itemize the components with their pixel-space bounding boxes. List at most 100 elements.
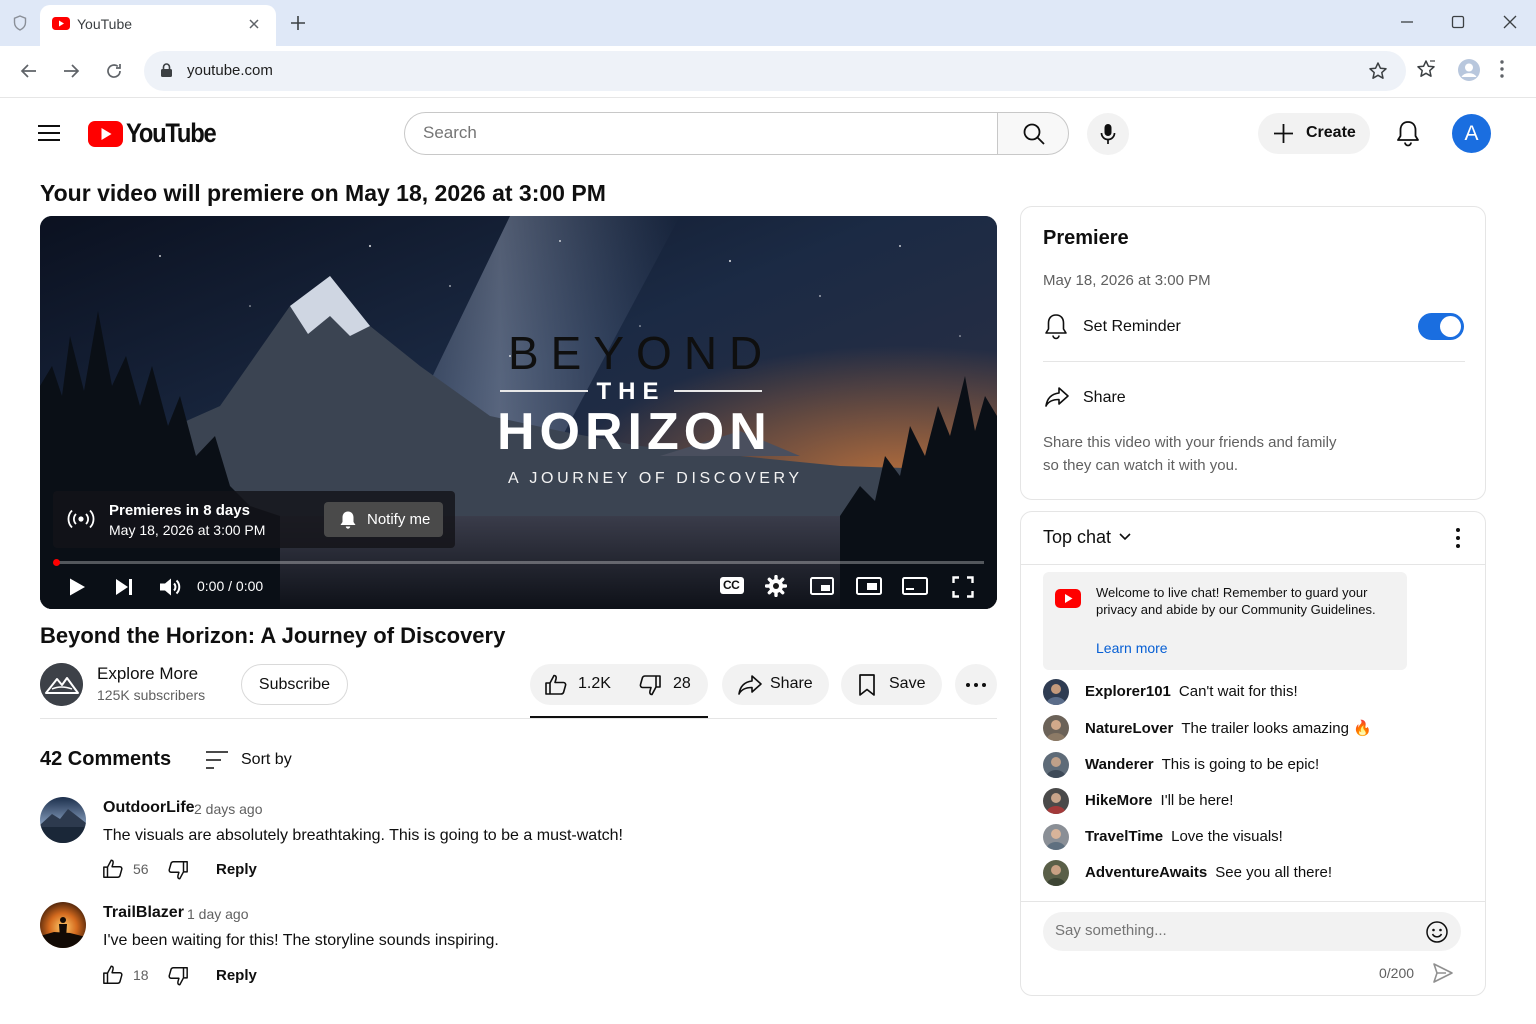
account-avatar[interactable]: A <box>1452 114 1491 153</box>
next-icon[interactable] <box>114 577 134 597</box>
comment-reply-button[interactable]: Reply <box>216 967 257 984</box>
more-actions-button[interactable] <box>955 664 997 705</box>
emoji-icon[interactable] <box>1425 920 1449 944</box>
thumbs-up-icon[interactable] <box>544 673 568 697</box>
browser-menu-icon[interactable] <box>1499 59 1505 79</box>
video-player[interactable]: BEYOND THE HORIZON A JOURNEY OF DISCOVER… <box>40 216 997 609</box>
chat-author[interactable]: Wanderer <box>1085 756 1154 773</box>
miniplayer-icon[interactable] <box>810 577 834 595</box>
premiere-info-card: Premiere May 18, 2026 at 3:00 PM Set Rem… <box>1020 206 1486 500</box>
chat-author[interactable]: AdventureAwaits <box>1085 864 1207 881</box>
create-label: Create <box>1306 124 1356 141</box>
chat-author[interactable]: Explorer101 <box>1085 683 1171 700</box>
share-button[interactable]: Share <box>722 664 829 705</box>
chat-author[interactable]: NatureLover <box>1085 720 1173 737</box>
chat-avatar[interactable] <box>1043 752 1069 778</box>
comment-thumbs-up-icon[interactable] <box>102 858 124 880</box>
comment-reply-button[interactable]: Reply <box>216 861 257 878</box>
comment-thumbs-up-icon[interactable] <box>102 964 124 986</box>
chat-message-line: AdventureAwaits See you all there! <box>1085 864 1332 881</box>
chat-text: See you all there! <box>1215 864 1333 881</box>
comment-like-count: 18 <box>133 967 149 983</box>
send-icon[interactable] <box>1432 962 1454 984</box>
chat-welcome-text: Welcome to live chat! Remember to guard … <box>1096 585 1376 617</box>
channel-subscribers: 125K subscribers <box>97 687 206 703</box>
comment-thumbs-down-icon[interactable] <box>167 965 189 987</box>
voice-search-button[interactable] <box>1087 113 1129 155</box>
chat-avatar[interactable] <box>1043 679 1069 705</box>
progress-scrubber[interactable] <box>53 559 60 566</box>
divider <box>1021 901 1485 902</box>
comment-avatar[interactable] <box>40 797 86 843</box>
comment-text: The visuals are absolutely breathtaking.… <box>103 827 623 844</box>
youtube-play-logo-icon <box>1055 589 1081 608</box>
fullscreen-icon[interactable] <box>952 576 974 598</box>
bell-icon <box>340 511 356 529</box>
window-maximize-icon[interactable] <box>1451 15 1465 29</box>
captions-button[interactable]: CC <box>720 577 744 594</box>
new-tab-plus-icon[interactable] <box>289 14 307 32</box>
bookmark-star-icon[interactable] <box>1368 61 1388 81</box>
notifications-bell-icon[interactable] <box>1395 120 1421 147</box>
comment-avatar[interactable] <box>40 902 86 948</box>
forward-arrow-icon[interactable] <box>61 61 81 81</box>
comment-author[interactable]: TrailBlazer <box>103 904 184 922</box>
back-arrow-icon[interactable] <box>19 61 39 81</box>
divider <box>1021 564 1485 565</box>
search-button[interactable] <box>997 112 1069 155</box>
art-title-the-row: THE <box>500 378 762 405</box>
comment-author[interactable]: OutdoorLife <box>103 799 195 817</box>
profile-avatar-icon[interactable] <box>1457 58 1481 82</box>
settings-gear-icon[interactable] <box>765 575 787 597</box>
chat-author[interactable]: TravelTime <box>1085 828 1163 845</box>
window-close-icon[interactable] <box>1502 14 1518 30</box>
create-button[interactable]: Create <box>1258 113 1370 154</box>
share-arrow-icon[interactable] <box>1043 385 1071 409</box>
youtube-logo[interactable]: YouTube <box>88 118 228 149</box>
chat-avatar[interactable] <box>1043 788 1069 814</box>
premiere-card-title: Premiere <box>1043 227 1129 249</box>
chat-message-input[interactable] <box>1055 922 1405 939</box>
save-label: Save <box>889 675 926 692</box>
cast-icon[interactable] <box>902 577 928 595</box>
favorites-star-icon[interactable] <box>1416 59 1436 79</box>
play-icon[interactable] <box>67 577 87 597</box>
sort-icon[interactable] <box>205 750 229 770</box>
search-input[interactable] <box>423 123 983 143</box>
save-button[interactable]: Save <box>841 664 942 705</box>
channel-name[interactable]: Explore More <box>97 664 198 684</box>
channel-avatar[interactable] <box>40 663 83 706</box>
subscribe-button[interactable]: Subscribe <box>241 664 348 705</box>
comment-thumbs-down-icon[interactable] <box>167 859 189 881</box>
close-icon[interactable] <box>247 17 261 31</box>
window-minimize-icon[interactable] <box>1400 15 1414 29</box>
reload-icon[interactable] <box>104 61 124 81</box>
progress-bar[interactable] <box>56 561 984 564</box>
chat-avatar[interactable] <box>1043 715 1069 741</box>
chevron-down-icon[interactable] <box>1118 532 1132 542</box>
set-reminder-toggle[interactable] <box>1418 313 1464 340</box>
theater-mode-icon[interactable] <box>856 577 882 595</box>
plus-icon <box>1274 124 1293 143</box>
chat-more-options-icon[interactable] <box>1455 527 1461 549</box>
chat-avatar[interactable] <box>1043 860 1069 886</box>
chat-mode-selector[interactable]: Top chat <box>1043 527 1111 548</box>
volume-icon[interactable] <box>158 575 182 599</box>
shield-icon[interactable] <box>13 15 27 31</box>
hamburger-menu-icon[interactable] <box>38 124 60 142</box>
notify-me-button[interactable]: Notify me <box>324 502 443 537</box>
sort-by-button[interactable]: Sort by <box>241 751 292 769</box>
captions-label: CC <box>723 578 740 592</box>
premiere-share-button[interactable]: Share <box>1083 389 1126 407</box>
browser-tab[interactable]: YouTube <box>40 5 276 46</box>
share-label: Share <box>770 675 813 692</box>
learn-more-link[interactable]: Learn more <box>1096 640 1168 656</box>
premiere-countdown-title: Premieres in 8 days <box>109 502 250 519</box>
chat-author[interactable]: HikeMore <box>1085 792 1153 809</box>
like-dislike-group: 1.2K 28 <box>530 664 708 705</box>
thumbs-down-icon[interactable] <box>638 673 662 697</box>
chat-avatar[interactable] <box>1043 824 1069 850</box>
address-bar[interactable]: youtube.com <box>144 51 1406 91</box>
comment-text: I've been waiting for this! The storylin… <box>103 932 499 949</box>
share-arrow-icon <box>738 675 762 695</box>
